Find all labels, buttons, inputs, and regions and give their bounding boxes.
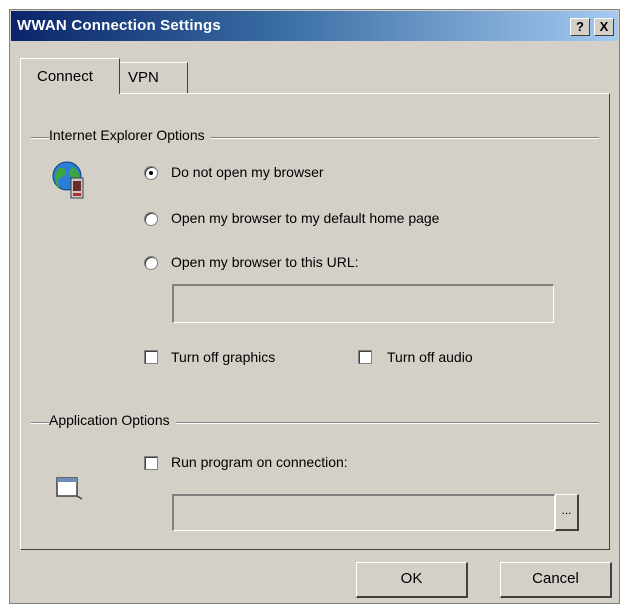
radio-do-not-open[interactable] xyxy=(144,166,158,180)
checkbox-turn-off-audio-label: Turn off audio xyxy=(387,349,473,365)
program-path-input[interactable] xyxy=(172,494,555,531)
checkbox-turn-off-graphics-label: Turn off graphics xyxy=(171,349,276,365)
application-window-icon xyxy=(56,477,83,500)
url-input[interactable] xyxy=(172,284,554,323)
checkbox-turn-off-graphics[interactable] xyxy=(144,350,158,364)
tab-connect[interactable]: Connect xyxy=(20,58,120,94)
close-button[interactable]: X xyxy=(594,18,614,36)
checkbox-run-program-label: Run program on connection: xyxy=(171,454,348,470)
connect-tab-panel: Internet Explorer Options Do not open my… xyxy=(20,93,610,550)
ok-button[interactable]: OK xyxy=(356,562,468,598)
radio-open-url-label: Open my browser to this URL: xyxy=(171,254,359,270)
checkbox-run-program[interactable] xyxy=(144,456,158,470)
app-options-group-label: Application Options xyxy=(49,412,176,428)
checkbox-turn-off-audio[interactable] xyxy=(358,350,372,364)
title-bar[interactable]: WWAN Connection Settings ? X xyxy=(11,11,618,41)
wwan-settings-dialog: WWAN Connection Settings ? X Connect VPN… xyxy=(9,9,620,604)
window-title: WWAN Connection Settings xyxy=(17,17,221,34)
browse-button[interactable]: ... xyxy=(555,494,579,531)
ie-globe-icon xyxy=(52,161,84,199)
tab-vpn-label: VPN xyxy=(128,69,159,86)
ie-options-group-label: Internet Explorer Options xyxy=(49,127,211,143)
radio-open-url[interactable] xyxy=(144,256,158,270)
radio-open-home-page[interactable] xyxy=(144,212,158,226)
radio-open-home-page-label: Open my browser to my default home page xyxy=(171,210,440,226)
tab-vpn[interactable]: VPN xyxy=(120,62,188,93)
cancel-button[interactable]: Cancel xyxy=(500,562,612,598)
radio-do-not-open-label: Do not open my browser xyxy=(171,164,324,180)
tab-connect-label: Connect xyxy=(37,68,93,85)
help-button[interactable]: ? xyxy=(570,18,590,36)
